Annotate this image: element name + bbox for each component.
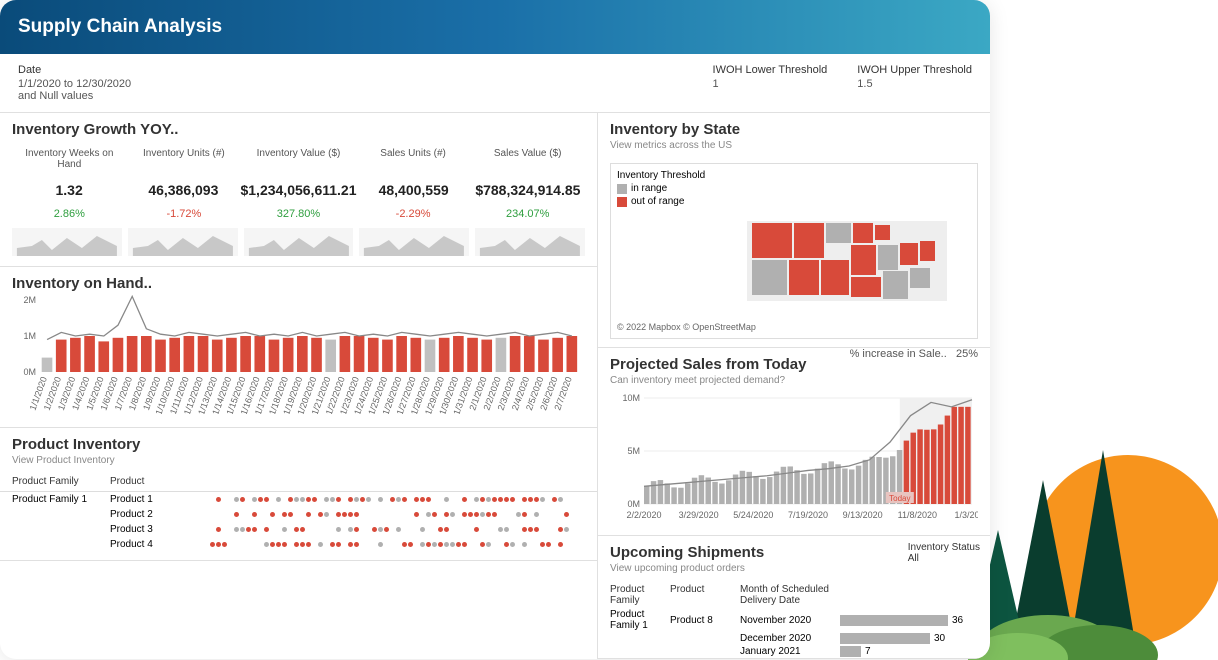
svg-text:5M: 5M xyxy=(627,446,640,456)
card-inventory-growth: Inventory Growth YOY.. Inventory Weeks o… xyxy=(0,113,597,267)
projected-title: Projected Sales from Today xyxy=(598,348,818,375)
card-inventory-on-hand: Inventory on Hand.. 2M1M0M1/1/20201/2/20… xyxy=(0,267,597,428)
shipment-row[interactable]: Product Family 1 Product 8 November 2020… xyxy=(598,608,990,632)
filter-date-label: Date xyxy=(18,64,131,76)
upcoming-subtitle: View upcoming product orders xyxy=(598,563,990,580)
svg-text:1M: 1M xyxy=(23,331,36,341)
svg-text:1/3/2021: 1/3/2021 xyxy=(954,510,978,520)
kpi-change-3: -2.29% xyxy=(356,204,471,224)
prodinv-header-family: Product Family xyxy=(12,476,110,487)
projected-subtitle: Can inventory meet projected demand? xyxy=(598,375,818,392)
legend-title: Inventory Threshold xyxy=(617,170,971,181)
map-attribution: © 2022 Mapbox © OpenStreetMap xyxy=(617,322,971,332)
filter-upper-label: IWOH Upper Threshold xyxy=(857,64,972,76)
onhand-chart[interactable]: 2M1M0M1/1/20201/2/20201/3/20201/4/20201/… xyxy=(0,294,597,427)
sparkline-0[interactable] xyxy=(12,228,122,256)
kpi-change-0: 2.86% xyxy=(12,204,127,224)
bystate-subtitle: View metrics across the US xyxy=(598,140,990,157)
kpi-value-3: 48,400,559 xyxy=(357,176,471,204)
svg-text:11/8/2020: 11/8/2020 xyxy=(898,510,937,520)
kpi-value-4: $788,324,914.85 xyxy=(471,176,585,204)
sparkline-3[interactable] xyxy=(359,228,469,256)
product-row[interactable]: Product Family 1 Product 1 xyxy=(0,492,597,507)
legend-swatch-gray xyxy=(617,184,627,194)
onhand-title: Inventory on Hand.. xyxy=(0,267,597,294)
card-upcoming-shipments: Upcoming Shipments View upcoming product… xyxy=(597,536,990,659)
svg-text:9/13/2020: 9/13/2020 xyxy=(843,510,883,520)
kpi-header-3: Sales Units (#) xyxy=(356,140,471,176)
svg-text:0M: 0M xyxy=(23,367,36,377)
product-row[interactable]: Product 3 xyxy=(0,522,597,537)
page-title: Supply Chain Analysis xyxy=(18,16,972,38)
kpi-value-2: $1,234,056,611.21 xyxy=(240,176,356,204)
kpi-change-4: 234.07% xyxy=(470,204,585,224)
product-row[interactable]: Product 2 xyxy=(0,507,597,522)
kpi-change-1: -1.72% xyxy=(127,204,242,224)
svg-text:0M: 0M xyxy=(627,499,640,509)
prodinv-subtitle: View Product Inventory xyxy=(0,455,597,472)
sparkline-1[interactable] xyxy=(128,228,238,256)
sparkline-2[interactable] xyxy=(244,228,354,256)
upcoming-header-product: Product xyxy=(670,584,740,606)
card-projected-sales: Projected Sales from Today Can inventory… xyxy=(597,348,990,536)
card-inventory-by-state: Inventory by State View metrics across t… xyxy=(597,113,990,348)
kpi-value-0: 1.32 xyxy=(12,176,126,204)
legend-out-of-range: out of range xyxy=(617,196,971,207)
filter-upper-threshold[interactable]: IWOH Upper Threshold 1.5 xyxy=(857,64,972,102)
header-bar: Supply Chain Analysis xyxy=(0,0,990,54)
map-container[interactable]: Inventory Threshold in range out of rang… xyxy=(610,163,978,339)
svg-text:10M: 10M xyxy=(622,393,640,403)
filter-lower-value: 1 xyxy=(713,78,828,90)
filter-date-value: 1/1/2020 to 12/30/2020 xyxy=(18,78,131,90)
shipment-row[interactable]: December 2020 30 xyxy=(598,632,990,645)
kpi-change-2: 327.80% xyxy=(241,204,356,224)
filters-row: Date 1/1/2020 to 12/30/2020 and Null val… xyxy=(0,54,990,113)
projected-pct[interactable]: % increase in Sale.. 25% xyxy=(850,348,978,360)
product-row[interactable]: Product 4 xyxy=(0,537,597,552)
filter-lower-threshold[interactable]: IWOH Lower Threshold 1 xyxy=(713,64,828,102)
filter-upper-value: 1.5 xyxy=(857,78,972,90)
shipment-row[interactable]: January 2021 7 xyxy=(598,645,990,658)
svg-text:2M: 2M xyxy=(23,295,36,305)
legend-in-range: in range xyxy=(617,183,971,194)
growth-title: Inventory Growth YOY.. xyxy=(0,113,597,140)
dashboard-window: Supply Chain Analysis Date 1/1/2020 to 1… xyxy=(0,0,990,659)
kpi-header-2: Inventory Value ($) xyxy=(241,140,356,176)
svg-text:Today: Today xyxy=(889,494,910,503)
svg-text:5/24/2020: 5/24/2020 xyxy=(733,510,773,520)
kpi-header-0: Inventory Weeks on Hand xyxy=(12,140,127,176)
upcoming-header-month: Month of Scheduled Delivery Date xyxy=(740,584,840,606)
svg-text:7/19/2020: 7/19/2020 xyxy=(788,510,828,520)
sparkline-4[interactable] xyxy=(475,228,585,256)
filter-date[interactable]: Date 1/1/2020 to 12/30/2020 and Null val… xyxy=(18,64,131,102)
legend-swatch-red xyxy=(617,197,627,207)
kpi-header-1: Inventory Units (#) xyxy=(127,140,242,176)
card-product-inventory: Product Inventory View Product Inventory… xyxy=(0,428,597,561)
svg-text:3/29/2020: 3/29/2020 xyxy=(679,510,719,520)
upcoming-header-family: Product Family xyxy=(610,584,670,606)
kpi-header-4: Sales Value ($) xyxy=(470,140,585,176)
filter-date-extra: and Null values xyxy=(18,90,131,102)
us-map-icon[interactable] xyxy=(617,213,957,313)
filter-lower-label: IWOH Lower Threshold xyxy=(713,64,828,76)
bystate-title: Inventory by State xyxy=(598,113,990,140)
prodinv-title: Product Inventory xyxy=(0,428,597,455)
svg-text:2/2/2020: 2/2/2020 xyxy=(626,510,661,520)
prodinv-header-product: Product xyxy=(110,476,170,487)
inventory-status-filter[interactable]: Inventory Status All xyxy=(908,542,980,564)
projected-chart[interactable]: 10M 5M 0M Today 2/2/2020 3/29/2020 5/24/2020 7/… xyxy=(598,392,990,535)
kpi-value-1: 46,386,093 xyxy=(126,176,240,204)
